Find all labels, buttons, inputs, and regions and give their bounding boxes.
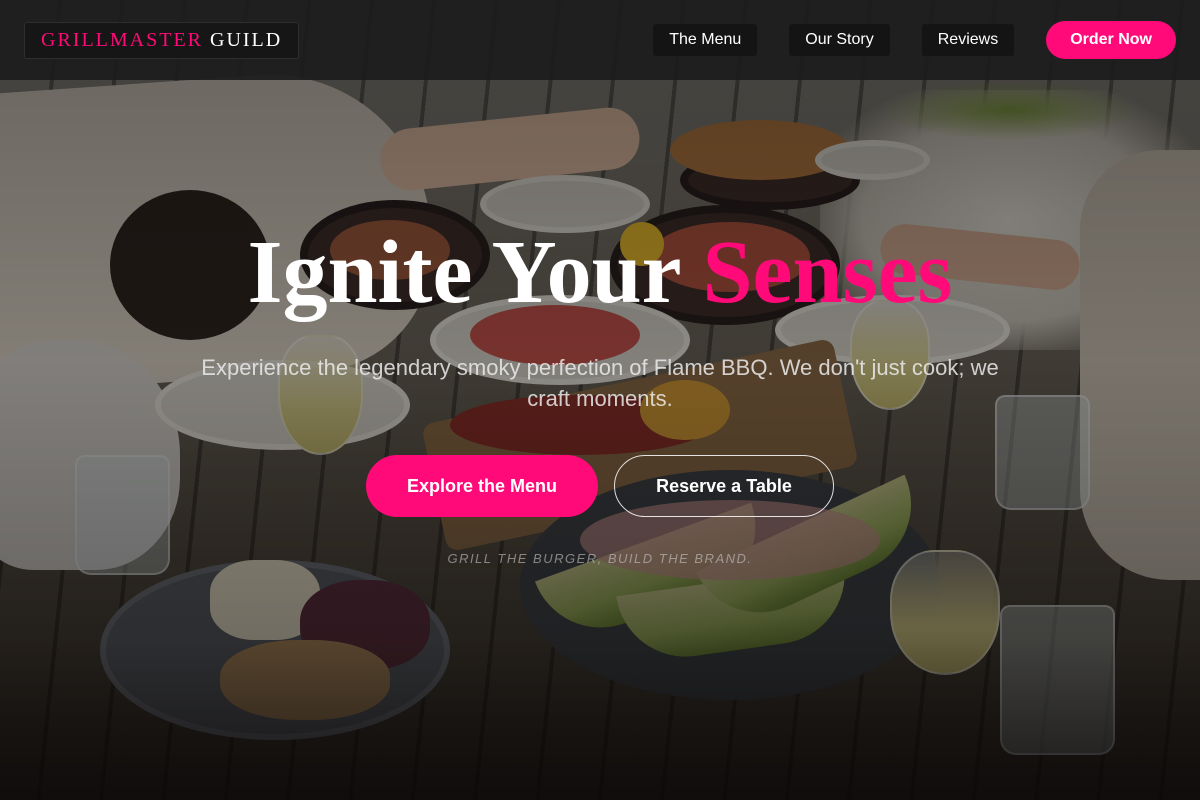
site-header: GRILLMASTER GUILD The Menu Our Story Rev… bbox=[0, 0, 1200, 80]
brand-logo[interactable]: GRILLMASTER GUILD bbox=[24, 21, 300, 59]
hero-section: Ignite Your Senses Experience the legend… bbox=[0, 80, 1200, 800]
reserve-table-button[interactable]: Reserve a Table bbox=[614, 455, 834, 517]
main-navigation: The Menu Our Story Reviews Order Now bbox=[621, 21, 1176, 59]
nav-link-our-story[interactable]: Our Story bbox=[789, 24, 890, 56]
hero-title-accent: Senses bbox=[702, 223, 953, 322]
hero-tagline: GRILL THE BURGER, BUILD THE BRAND. bbox=[447, 551, 753, 566]
brand-name-accent: GRILLMASTER bbox=[41, 28, 203, 51]
nav-link-reviews[interactable]: Reviews bbox=[921, 24, 1015, 56]
explore-menu-button[interactable]: Explore the Menu bbox=[366, 455, 598, 517]
hero-button-group: Explore the Menu Reserve a Table bbox=[0, 455, 1200, 517]
hero-title-main: Ignite Your bbox=[247, 223, 680, 322]
hero-title: Ignite Your Senses bbox=[0, 228, 1200, 318]
hero-subtitle: Experience the legendary smoky perfectio… bbox=[201, 355, 999, 411]
nav-link-menu[interactable]: The Menu bbox=[653, 24, 758, 56]
brand-name-rest: GUILD bbox=[210, 28, 283, 51]
order-now-button[interactable]: Order Now bbox=[1046, 21, 1176, 59]
